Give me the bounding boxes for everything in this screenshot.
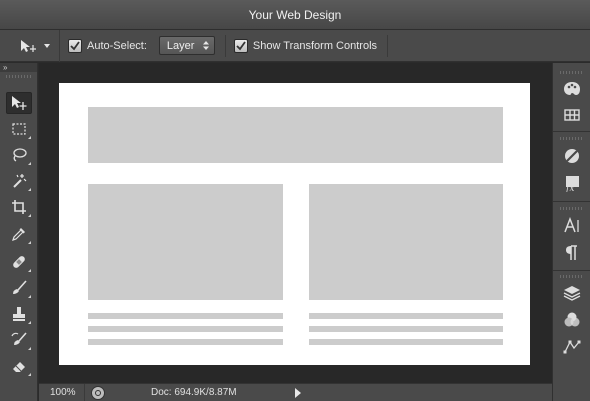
crop-icon [12,200,26,214]
tools-panel: » [0,63,38,401]
paragraph-icon[interactable] [562,243,582,263]
palette-icon[interactable] [562,79,582,99]
checkmark-icon [70,40,80,50]
export-icon[interactable] [91,385,105,400]
marquee-icon [12,123,26,135]
panel-grip[interactable] [560,207,584,210]
lasso-icon [13,148,27,162]
eraser-tool[interactable] [6,355,32,377]
eraser-icon [13,362,25,372]
channels-icon[interactable] [562,310,582,330]
stamp-icon [13,307,25,321]
panel-collapse-button[interactable]: » [0,63,37,72]
title-bar: Your Web Design [0,0,590,30]
show-transform-checkbox[interactable] [233,38,248,53]
auto-select-label: Auto-Select: [87,39,147,52]
auto-select-option: Auto-Select: [68,38,147,53]
eyedropper-tool[interactable] [6,223,32,245]
auto-select-checkbox[interactable] [68,38,82,53]
auto-select-target-value: Layer [166,39,195,52]
options-bar: Auto-Select: Layer Show Transform Contro… [0,29,590,62]
paths-icon[interactable] [562,337,582,357]
right-text-line-placeholder [309,326,503,332]
move-icon [21,39,36,52]
checkmark-icon [236,40,246,50]
panel-group-divider [553,131,590,132]
stepper-arrows-icon [202,41,209,50]
bandage-icon [13,256,25,268]
panel-group-divider [553,270,590,271]
healing-tool[interactable] [6,251,32,273]
marquee-tool[interactable] [6,118,32,140]
left-text-line-placeholder [88,339,283,345]
zoom-value: 100% [50,387,76,398]
panel-grip[interactable] [560,137,584,140]
options-divider [224,34,226,57]
left-text-line-placeholder [88,313,283,319]
right-text-line-placeholder [309,313,503,319]
styles-icon[interactable]: fx [562,173,582,193]
character-icon[interactable] [562,216,582,236]
document-canvas[interactable] [59,83,530,365]
document-info: Doc: 694.9K/8.87M [151,387,237,398]
brush-icon [13,280,27,294]
swatches-icon[interactable] [562,105,582,125]
history-brush-icon [11,332,27,345]
lasso-tool[interactable] [6,144,32,166]
header-placeholder [88,107,503,163]
move-icon [12,96,27,110]
zoom-level[interactable]: 100% [39,383,85,401]
svg-text:fx: fx [565,184,574,192]
document-workspace[interactable] [39,63,552,383]
adjustments-icon[interactable] [562,146,582,166]
crop-tool[interactable] [6,196,32,218]
options-divider [387,34,389,57]
status-bar: 100% Doc: 694.9K/8.87M [39,383,552,401]
magic-wand-icon [13,174,27,188]
left-text-line-placeholder [88,326,283,332]
tool-preset-picker[interactable] [0,29,60,62]
window-title: Your Web Design [248,7,342,22]
status-menu-arrow-icon[interactable] [295,387,301,398]
panel-grip[interactable] [560,275,584,278]
move-tool[interactable] [6,92,32,114]
history-brush-tool[interactable] [6,329,32,351]
brush-tool[interactable] [6,277,32,299]
chevron-down-icon [44,43,50,48]
panel-dock: fx [552,63,590,401]
left-image-placeholder [88,184,283,300]
show-transform-label: Show Transform Controls [252,39,378,52]
right-image-placeholder [309,184,503,300]
layers-icon[interactable] [562,283,582,303]
eyedropper-icon [12,228,25,241]
right-text-line-placeholder [309,339,503,345]
show-transform-option: Show Transform Controls [233,38,378,53]
panel-grip[interactable] [6,75,31,78]
magic-wand-tool[interactable] [6,170,32,192]
panel-grip[interactable] [560,71,584,74]
panel-group-divider [553,201,590,202]
auto-select-target-dropdown[interactable]: Layer [158,36,215,55]
stamp-tool[interactable] [6,303,32,325]
